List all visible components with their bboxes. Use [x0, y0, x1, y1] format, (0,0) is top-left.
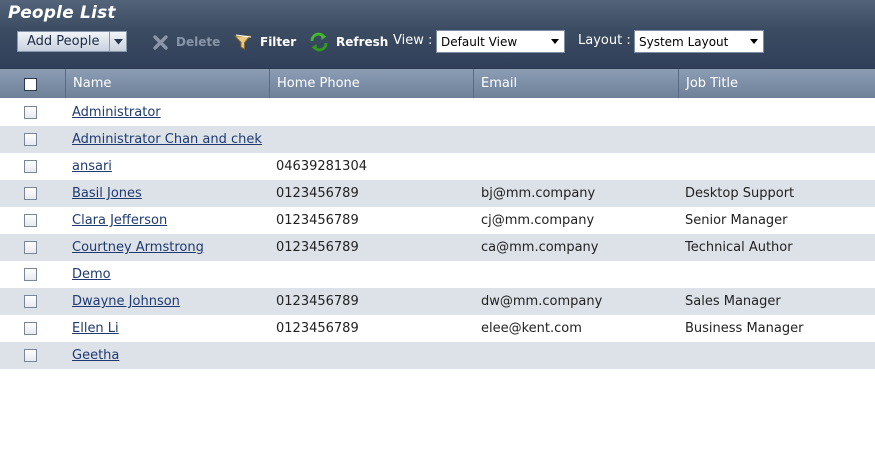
- layout-label: Layout :: [578, 33, 631, 48]
- person-name-link[interactable]: Geetha: [72, 342, 119, 369]
- refresh-label: Refresh: [336, 35, 389, 49]
- filter-label: Filter: [260, 35, 297, 49]
- person-name-link[interactable]: Demo: [72, 261, 111, 288]
- person-name-link[interactable]: Administrator: [72, 99, 161, 126]
- layout-select[interactable]: System Layout: [634, 30, 764, 53]
- person-name-link[interactable]: Clara Jefferson: [72, 207, 167, 234]
- filter-funnel-icon: [234, 34, 252, 50]
- job-title-cell: Senior Manager: [685, 213, 788, 228]
- home-phone-cell: 0123456789: [276, 213, 359, 228]
- home-phone-cell: 0123456789: [276, 294, 359, 309]
- view-label: View :: [393, 33, 433, 48]
- chevron-down-icon: [750, 39, 758, 44]
- table-row[interactable]: Courtney Armstrong 0123456789 ca@mm.comp…: [0, 234, 875, 261]
- row-checkbox[interactable]: [24, 187, 37, 200]
- table-row[interactable]: ansari 04639281304: [0, 153, 875, 180]
- column-header-name[interactable]: Name: [65, 69, 269, 98]
- row-checkbox[interactable]: [24, 349, 37, 362]
- home-phone-cell: 0123456789: [276, 186, 359, 201]
- job-title-cell: Technical Author: [685, 240, 793, 255]
- job-title-cell: Sales Manager: [685, 294, 781, 309]
- grid-header: Name Home Phone Email Job Title: [0, 68, 875, 98]
- refresh-button[interactable]: Refresh: [309, 31, 388, 53]
- table-row[interactable]: Clara Jefferson 0123456789 cj@mm.company…: [0, 207, 875, 234]
- person-name-link[interactable]: Basil Jones: [72, 180, 142, 207]
- view-select[interactable]: Default View: [436, 30, 565, 53]
- column-header-job-title[interactable]: Job Title: [678, 69, 875, 98]
- layout-select-value: System Layout: [639, 34, 729, 49]
- table-row[interactable]: Basil Jones 0123456789 bj@mm.company Des…: [0, 180, 875, 207]
- row-checkbox[interactable]: [24, 241, 37, 254]
- row-checkbox[interactable]: [24, 106, 37, 119]
- email-cell: bj@mm.company: [481, 186, 596, 201]
- email-cell: cj@mm.company: [481, 213, 595, 228]
- table-row[interactable]: Ellen Li 0123456789 elee@kent.com Busine…: [0, 315, 875, 342]
- person-name-link[interactable]: ansari: [72, 153, 112, 180]
- add-people-button[interactable]: Add People: [17, 31, 127, 52]
- column-header-home-phone[interactable]: Home Phone: [269, 69, 473, 98]
- table-row[interactable]: Administrator: [0, 99, 875, 126]
- delete-button[interactable]: Delete: [152, 31, 220, 53]
- row-checkbox[interactable]: [24, 133, 37, 146]
- person-name-link[interactable]: Dwayne Johnson: [72, 288, 180, 315]
- person-name-link[interactable]: Administrator Chan and chek: [72, 126, 262, 153]
- select-all-checkbox[interactable]: [24, 78, 37, 91]
- email-cell: dw@mm.company: [481, 294, 603, 309]
- email-cell: elee@kent.com: [481, 321, 582, 336]
- row-checkbox[interactable]: [24, 322, 37, 335]
- refresh-arrows-icon: [310, 32, 328, 52]
- job-title-cell: Business Manager: [685, 321, 804, 336]
- table-row[interactable]: Dwayne Johnson 0123456789 dw@mm.company …: [0, 288, 875, 315]
- delete-x-icon: [153, 34, 168, 50]
- person-name-link[interactable]: Courtney Armstrong: [72, 234, 204, 261]
- chevron-down-icon: [551, 39, 559, 44]
- home-phone-cell: 0123456789: [276, 240, 359, 255]
- filter-button[interactable]: Filter: [234, 31, 296, 53]
- table-row[interactable]: Demo: [0, 261, 875, 288]
- chevron-down-icon: [113, 38, 123, 44]
- home-phone-cell: 0123456789: [276, 321, 359, 336]
- table-row[interactable]: Geetha: [0, 342, 875, 369]
- job-title-cell: Desktop Support: [685, 186, 795, 201]
- row-checkbox[interactable]: [24, 295, 37, 308]
- row-checkbox[interactable]: [24, 268, 37, 281]
- row-checkbox[interactable]: [24, 160, 37, 173]
- add-people-dropdown[interactable]: [109, 32, 126, 51]
- table-row[interactable]: Administrator Chan and chek: [0, 126, 875, 153]
- column-header-email[interactable]: Email: [473, 69, 678, 98]
- toolbar-header: People List Add People Delete Filter Ref…: [0, 0, 875, 68]
- email-cell: ca@mm.company: [481, 240, 599, 255]
- page-title: People List: [8, 3, 116, 23]
- row-checkbox[interactable]: [24, 214, 37, 227]
- delete-label: Delete: [176, 35, 221, 49]
- person-name-link[interactable]: Ellen Li: [72, 315, 119, 342]
- home-phone-cell: 04639281304: [276, 159, 367, 174]
- view-select-value: Default View: [441, 34, 518, 49]
- add-people-label: Add People: [27, 34, 100, 49]
